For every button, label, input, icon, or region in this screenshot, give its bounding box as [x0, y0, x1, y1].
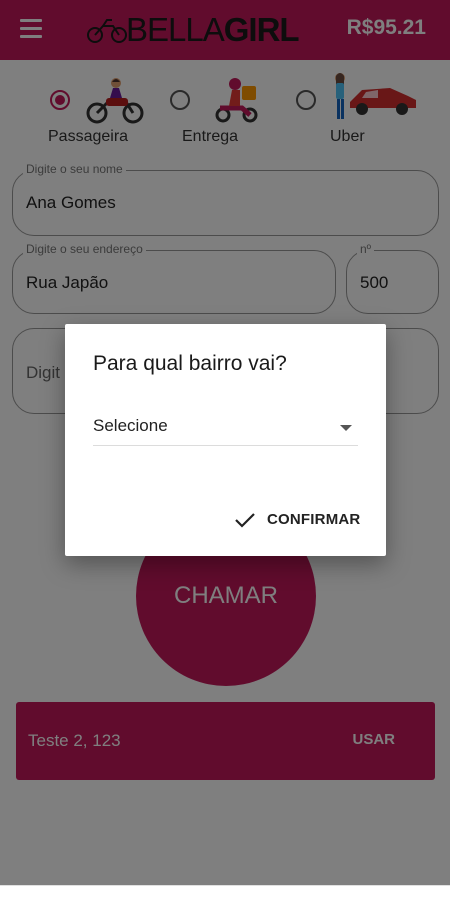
neighborhood-dialog: Para qual bairro vai? Selecione CONFIRMA… [65, 324, 386, 556]
dropdown-arrow-icon [340, 425, 352, 431]
bottom-divider [0, 885, 450, 886]
app-screen: BELLAGIRL R$95.21 Passageira Entrega [0, 0, 450, 900]
dialog-title: Para qual bairro vai? [93, 352, 287, 375]
check-icon [235, 513, 255, 528]
confirm-button-label: CONFIRMAR [267, 511, 361, 528]
neighborhood-select-value: Selecione [93, 416, 168, 435]
confirm-button[interactable]: CONFIRMAR [234, 508, 361, 532]
neighborhood-select[interactable]: Selecione [93, 412, 358, 446]
